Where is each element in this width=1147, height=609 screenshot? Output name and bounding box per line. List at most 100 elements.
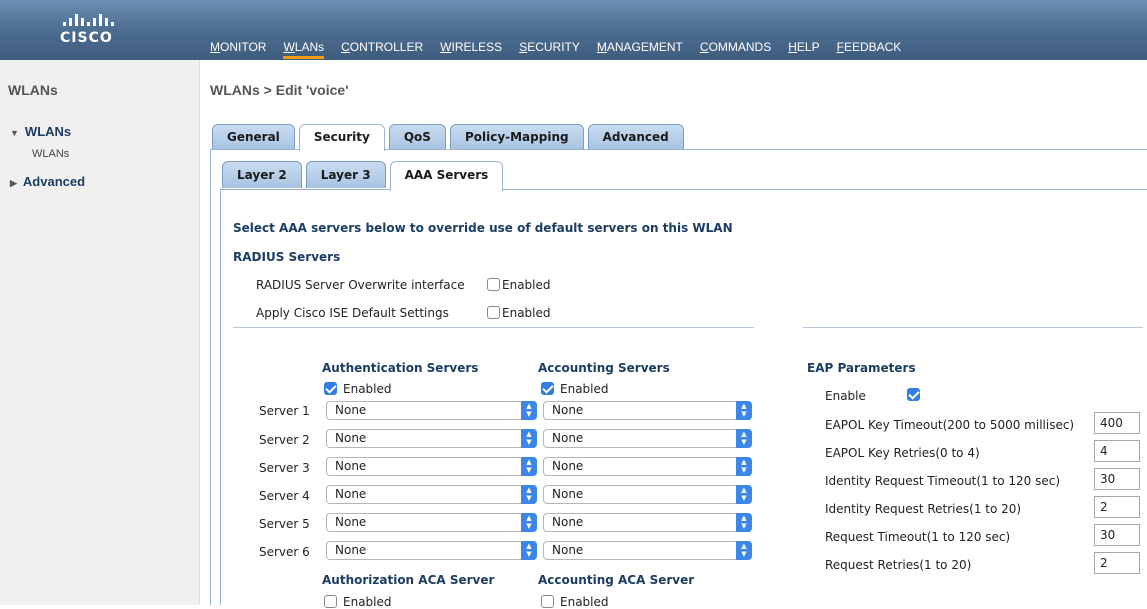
server4-acct-select[interactable]: None ▲ ▼ (543, 485, 752, 504)
divider (803, 327, 1143, 328)
server1-auth-select[interactable]: None ▲ ▼ (326, 401, 537, 420)
eap-param-label: EAPOL Key Timeout(200 to 5000 millisec) (825, 418, 1075, 432)
server3-acct-select[interactable]: None ▲ ▼ (543, 457, 752, 476)
acct-servers-enabled-checkbox[interactable] (541, 382, 554, 395)
top-navigation-bar: CISCO MONITOR WLANs CONTROLLER WIRELESS … (0, 0, 1147, 60)
eap-param-label: Request Retries(1 to 20) (825, 558, 972, 572)
server-row-label: Server 3 (259, 461, 310, 475)
eap-param-label: EAPOL Key Retries(0 to 4) (825, 446, 980, 460)
divider (233, 327, 754, 328)
server-row-label: Server 2 (259, 433, 310, 447)
nav-management[interactable]: MANAGEMENT (597, 40, 683, 59)
request-timeout-input[interactable]: 30 (1094, 524, 1140, 546)
eap-enable-checkbox[interactable] (907, 388, 920, 401)
sidebar-item-advanced[interactable]: ▶ Advanced (10, 174, 85, 189)
tab-policy-mapping[interactable]: Policy-Mapping (449, 124, 584, 149)
server2-acct-select[interactable]: None ▲ ▼ (543, 429, 752, 448)
sidebar-subitem-wlans[interactable]: WLANs (32, 148, 69, 160)
eapol-key-retries-input[interactable]: 4 (1094, 440, 1140, 462)
select-value: None (552, 431, 584, 445)
eap-param-label: Request Timeout(1 to 120 sec) (825, 530, 1011, 544)
select-arrows-icon: ▲ ▼ (736, 485, 752, 504)
sidebar-item-label: WLANs (24, 124, 72, 139)
server1-acct-select[interactable]: None ▲ ▼ (543, 401, 752, 420)
select-value: None (335, 431, 367, 445)
tab-security[interactable]: Security (298, 124, 385, 151)
authz-aca-enabled-checkbox[interactable] (324, 595, 337, 608)
subtab-aaa-servers[interactable]: AAA Servers (389, 161, 504, 191)
server-row-label: Server 1 (259, 404, 310, 418)
sidebar-item-label: Advanced (22, 174, 86, 189)
auth-servers-enabled-checkbox[interactable] (324, 382, 337, 395)
eap-parameters-heading: EAP Parameters (807, 361, 916, 375)
cisco-logo-bars-icon (63, 14, 140, 26)
select-value: None (335, 403, 367, 417)
radius-overwrite-label: RADIUS Server Overwrite interface (256, 278, 465, 292)
nav-commands[interactable]: COMMANDS (700, 40, 771, 59)
sidebar-item-wlans[interactable]: ▼ WLANs (10, 124, 71, 139)
server-row-label: Server 5 (259, 517, 310, 531)
aaa-intro-text: Select AAA servers below to override use… (233, 221, 733, 235)
accounting-aca-heading: Accounting ACA Server (538, 573, 695, 587)
server6-acct-select[interactable]: None ▲ ▼ (543, 541, 752, 560)
radius-servers-heading: RADIUS Servers (233, 250, 341, 264)
select-value: None (335, 487, 367, 501)
identity-request-timeout-input[interactable]: 30 (1094, 468, 1140, 490)
nav-wlans[interactable]: WLANs (283, 40, 325, 59)
select-value: None (552, 403, 584, 417)
select-value: None (335, 515, 367, 529)
triangle-right-icon: ▶ (10, 178, 17, 188)
select-value: None (552, 487, 584, 501)
subtab-layer2[interactable]: Layer 2 (222, 161, 302, 188)
radius-overwrite-checkbox-label: Enabled (502, 278, 551, 292)
sidebar-title: WLANs (8, 82, 58, 98)
select-arrows-icon: ▲ ▼ (736, 457, 752, 476)
server-row-label: Server 6 (259, 545, 310, 559)
server6-auth-select[interactable]: None ▲ ▼ (326, 541, 537, 560)
nav-help[interactable]: HELP (788, 40, 819, 59)
eap-enable-label: Enable (825, 389, 866, 403)
acct-servers-enabled-label: Enabled (560, 382, 609, 396)
authorization-aca-heading: Authorization ACA Server (322, 573, 495, 587)
nav-wireless[interactable]: WIRELESS (440, 40, 502, 59)
select-arrows-icon: ▲ ▼ (736, 513, 752, 532)
acct-aca-enabled-label: Enabled (560, 595, 609, 609)
sidebar: WLANs (0, 60, 200, 605)
ise-default-checkbox[interactable] (487, 306, 500, 319)
select-arrows-icon: ▲ ▼ (521, 485, 537, 504)
tab-general[interactable]: General (212, 124, 295, 149)
select-arrows-icon: ▲ ▼ (521, 541, 537, 560)
subtab-layer3[interactable]: Layer 3 (305, 161, 386, 188)
select-value: None (335, 543, 367, 557)
server5-acct-select[interactable]: None ▲ ▼ (543, 513, 752, 532)
page-title: WLANs > Edit 'voice' (210, 82, 349, 98)
main-nav: MONITOR WLANs CONTROLLER WIRELESS SECURI… (210, 40, 918, 59)
acct-aca-enabled-checkbox[interactable] (541, 595, 554, 608)
select-value: None (552, 459, 584, 473)
select-arrows-icon: ▲ ▼ (736, 541, 752, 560)
nav-controller[interactable]: CONTROLLER (341, 40, 423, 59)
server2-auth-select[interactable]: None ▲ ▼ (326, 429, 537, 448)
nav-feedback[interactable]: FEEDBACK (837, 40, 902, 59)
ise-default-checkbox-label: Enabled (502, 306, 551, 320)
eapol-key-timeout-input[interactable]: 400 (1094, 412, 1140, 434)
server3-auth-select[interactable]: None ▲ ▼ (326, 457, 537, 476)
security-subtabs: Layer 2 Layer 3 AAA Servers (222, 161, 504, 191)
server4-auth-select[interactable]: None ▲ ▼ (326, 485, 537, 504)
select-arrows-icon: ▲ ▼ (521, 429, 537, 448)
select-value: None (335, 459, 367, 473)
nav-security[interactable]: SECURITY (519, 40, 580, 59)
triangle-down-icon: ▼ (10, 128, 19, 138)
radius-overwrite-checkbox[interactable] (487, 278, 500, 291)
request-retries-input[interactable]: 2 (1094, 552, 1140, 574)
select-arrows-icon: ▲ ▼ (521, 457, 537, 476)
tab-advanced[interactable]: Advanced (587, 124, 684, 149)
main-tabs: General Security QoS Policy-Mapping Adva… (212, 124, 684, 151)
tab-qos[interactable]: QoS (388, 124, 446, 149)
select-arrows-icon: ▲ ▼ (521, 401, 537, 420)
nav-monitor[interactable]: MONITOR (210, 40, 266, 59)
identity-request-retries-input[interactable]: 2 (1094, 496, 1140, 518)
brand-name: CISCO (60, 30, 113, 46)
server5-auth-select[interactable]: None ▲ ▼ (326, 513, 537, 532)
cisco-logo: CISCO (60, 14, 140, 50)
